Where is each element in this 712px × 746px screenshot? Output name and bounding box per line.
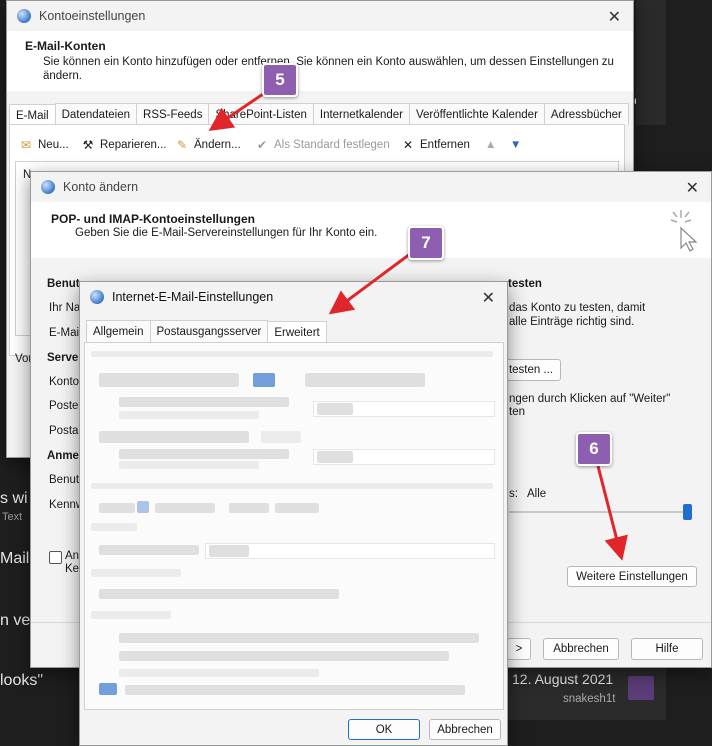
arrow-to-change-button bbox=[208, 90, 267, 132]
step-marker-6: 6 bbox=[576, 432, 612, 466]
arrow-to-erweitert-tab bbox=[328, 252, 411, 315]
step-marker-5: 5 bbox=[262, 63, 298, 97]
annotation-arrows bbox=[208, 90, 628, 561]
step-marker-7: 7 bbox=[408, 226, 444, 260]
arrow-to-more-settings bbox=[596, 465, 628, 561]
